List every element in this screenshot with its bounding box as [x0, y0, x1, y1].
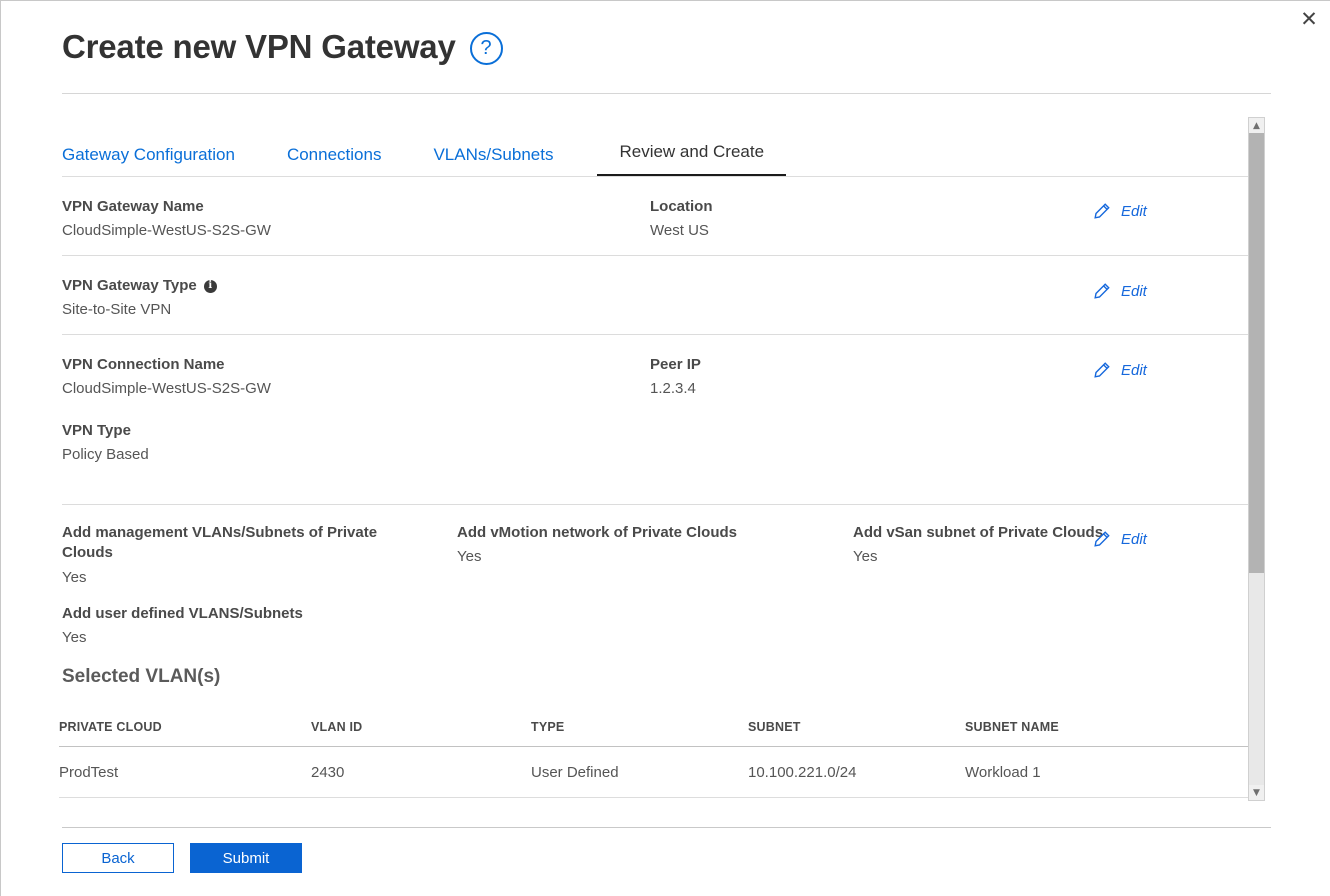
field-value: Yes [457, 548, 482, 566]
selected-vlans-heading: Selected VLAN(s) [62, 666, 221, 687]
field-add-vmotion-network: Add vMotion network of Private Clouds Ye… [457, 523, 827, 569]
field-value: CloudSimple-WestUS-S2S-GW [62, 222, 271, 240]
selected-vlans-table: PRIVATE CLOUD VLAN ID TYPE SUBNET SUBNET… [59, 708, 1248, 798]
cell-vlan-id: 2430 [311, 763, 345, 781]
table-header-row: PRIVATE CLOUD VLAN ID TYPE SUBNET SUBNET… [59, 708, 1248, 747]
table-row[interactable]: ProdTest 2430 User Defined 10.100.221.0/… [59, 747, 1248, 798]
field-label-text: VPN Gateway Type [62, 277, 197, 294]
field-vpn-gateway-type: VPN Gateway Type i Site-to-Site VPN [62, 276, 217, 322]
submit-button[interactable]: Submit [190, 843, 302, 873]
field-peer-ip: Peer IP 1.2.3.4 [650, 355, 701, 401]
cell-subnet: 10.100.221.0/24 [748, 763, 857, 781]
field-label: Add management VLANs/Subnets of Private … [62, 524, 378, 562]
column-header-type: TYPE [531, 720, 565, 734]
pencil-icon [1092, 361, 1111, 380]
content-scrollbar[interactable]: ▲ ▼ [1248, 117, 1265, 801]
header-divider [62, 93, 1271, 94]
field-location: Location West US [650, 197, 713, 243]
field-vpn-type: VPN Type Policy Based [62, 421, 149, 467]
pencil-icon [1092, 202, 1111, 221]
field-value: Site-to-Site VPN [62, 301, 172, 319]
tab-connections[interactable]: Connections [287, 145, 382, 177]
edit-vpn-connection-button[interactable]: Edit [1092, 361, 1147, 380]
field-value: Yes [62, 629, 87, 647]
dialog-footer: Back Submit [62, 843, 302, 873]
field-add-management-vlans: Add management VLANs/Subnets of Private … [62, 523, 422, 590]
page-title: Create new VPN Gateway [62, 28, 456, 65]
dialog-header: Create new VPN Gateway ? [62, 28, 503, 66]
pencil-icon [1092, 282, 1111, 301]
tab-gateway-configuration[interactable]: Gateway Configuration [62, 145, 235, 177]
field-value: West US [650, 222, 709, 240]
field-add-user-defined-vlans: Add user defined VLANS/Subnets Yes [62, 604, 422, 650]
tab-review-and-create[interactable]: Review and Create [597, 142, 787, 177]
field-label: Add vMotion network of Private Clouds [457, 524, 738, 541]
dialog-content: Gateway Configuration Connections VLANs/… [1, 113, 1248, 803]
edit-vlans-subnets-button[interactable]: Edit [1092, 530, 1147, 549]
scroll-down-icon[interactable]: ▼ [1249, 785, 1264, 800]
field-value: Policy Based [62, 446, 149, 464]
edit-label: Edit [1121, 283, 1147, 300]
pencil-icon [1092, 530, 1111, 549]
cell-type: User Defined [531, 763, 619, 781]
field-label: Location [650, 198, 713, 215]
edit-gateway-overview-button[interactable]: Edit [1092, 202, 1147, 221]
field-label: VPN Gateway Name [62, 198, 204, 215]
edit-label: Edit [1121, 362, 1147, 379]
close-icon[interactable]: ✕ [1294, 4, 1324, 34]
back-button[interactable]: Back [62, 843, 174, 873]
edit-gateway-type-button[interactable]: Edit [1092, 282, 1147, 301]
edit-label: Edit [1121, 531, 1147, 548]
tab-vlans-subnets[interactable]: VLANs/Subnets [433, 145, 553, 177]
tab-bar: Gateway Configuration Connections VLANs/… [62, 133, 787, 177]
section-gateway-type: VPN Gateway Type i Site-to-Site VPN [62, 256, 1248, 335]
cell-subnet-name: Workload 1 [965, 763, 1041, 781]
field-vpn-connection-name: VPN Connection Name CloudSimple-WestUS-S… [62, 355, 271, 401]
field-value: Yes [62, 568, 87, 586]
info-icon[interactable]: i [203, 279, 217, 293]
edit-label: Edit [1121, 203, 1147, 220]
section-vpn-connection: VPN Connection Name CloudSimple-WestUS-S… [62, 335, 1248, 505]
question-mark-circle-icon[interactable]: ? [469, 32, 503, 66]
cell-private-cloud: ProdTest [59, 763, 119, 781]
column-header-subnet-name: SUBNET NAME [965, 720, 1059, 734]
column-header-vlan-id: VLAN ID [311, 720, 363, 734]
column-header-private-cloud: PRIVATE CLOUD [59, 720, 162, 734]
field-label: Peer IP [650, 356, 701, 373]
field-label: VPN Type [62, 422, 131, 439]
field-label: Add user defined VLANS/Subnets [62, 605, 303, 622]
create-vpn-gateway-dialog: ✕ Create new VPN Gateway ? Gateway Confi… [0, 0, 1330, 896]
field-label: VPN Gateway Type i [62, 276, 217, 296]
field-label: VPN Connection Name [62, 356, 225, 373]
field-vpn-gateway-name: VPN Gateway Name CloudSimple-WestUS-S2S-… [62, 197, 271, 243]
section-gateway-overview: VPN Gateway Name CloudSimple-WestUS-S2S-… [62, 177, 1248, 256]
scrollbar-thumb[interactable] [1249, 133, 1264, 573]
field-value: 1.2.3.4 [650, 380, 696, 398]
column-header-subnet: SUBNET [748, 720, 801, 734]
scroll-up-icon[interactable]: ▲ [1249, 118, 1264, 133]
footer-divider [62, 827, 1271, 828]
field-value: CloudSimple-WestUS-S2S-GW [62, 380, 271, 398]
